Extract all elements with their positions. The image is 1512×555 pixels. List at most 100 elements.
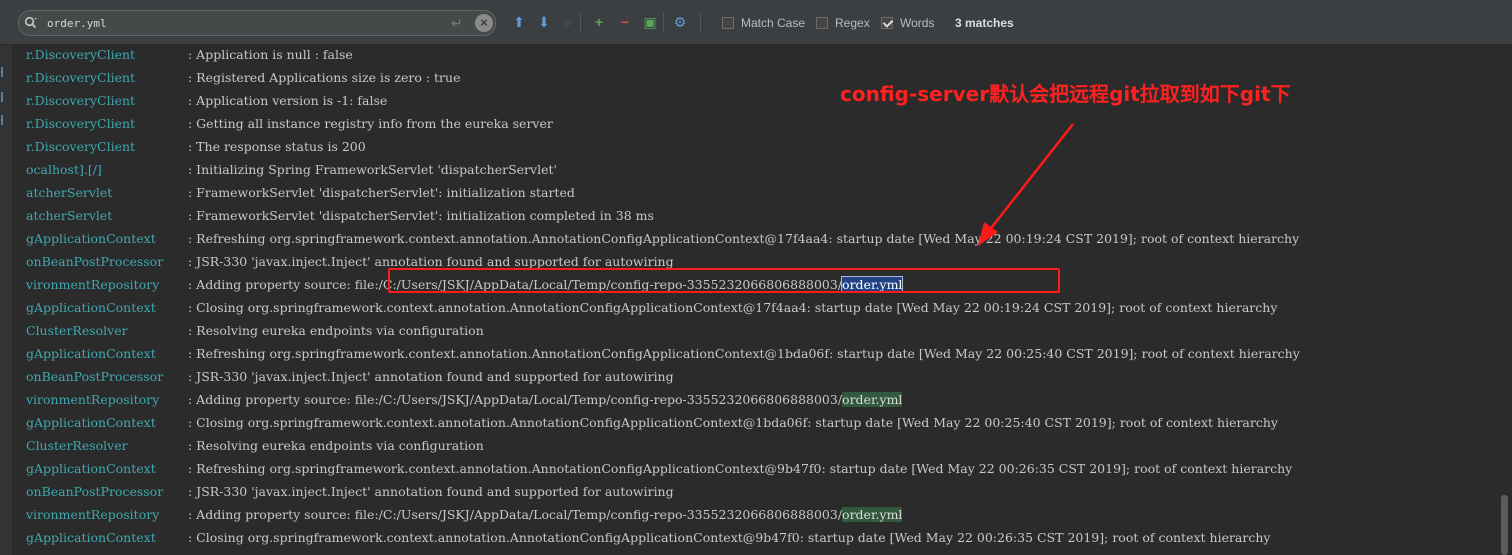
match-case-checkbox[interactable] (722, 17, 734, 29)
match-case-option[interactable]: Match Case (722, 15, 805, 31)
console-output[interactable]: r.DiscoveryClient: Application is null :… (12, 45, 1498, 555)
log-message: : Adding property source: file:/C:/Users… (188, 390, 903, 410)
log-logger-name: gApplicationContext (26, 461, 156, 476)
words-checkbox[interactable] (881, 17, 893, 29)
search-box[interactable]: ↵ × (18, 10, 496, 36)
log-line: gApplicationContext : Closing org.springf… (12, 413, 1498, 433)
log-logger-name: ClusterResolver (26, 551, 128, 555)
log-logger-name: gApplicationContext (26, 415, 156, 430)
log-logger-name: onBeanPostProcessor (26, 369, 164, 384)
gutter-marker-icon (1, 92, 9, 102)
editor-gutter (0, 45, 12, 555)
log-logger-name: r.DiscoveryClient (26, 70, 136, 85)
log-message: : Application version is -1: false (188, 91, 387, 111)
log-logger-name: vironmentRepository (26, 277, 160, 292)
log-line: gApplicationContext : Refreshing org.spri… (12, 344, 1498, 364)
log-line: gApplicationContext : Closing org.springf… (12, 298, 1498, 318)
log-message: : JSR-330 'javax.inject.Inject' annotati… (188, 482, 674, 502)
annotation-text: config-server默认会把远程git拉取到如下git下 (840, 82, 1291, 106)
log-logger-name: vironmentRepository (26, 507, 160, 522)
log-message-text: : Resolving eureka endpoints via configu… (188, 323, 484, 338)
remove-occurrence-icon[interactable]: − (616, 13, 634, 31)
log-message: : Registered Applications size is zero :… (188, 68, 461, 88)
match-count: 3 matches (955, 16, 1014, 30)
find-in-selection-icon[interactable]: ⌕ (559, 13, 577, 31)
log-line: vironmentRepository : Adding property sou… (12, 390, 1498, 410)
enter-icon[interactable]: ↵ (451, 15, 463, 31)
search-icon[interactable] (24, 16, 38, 30)
log-message: : Resolving eureka endpoints via configu… (188, 551, 484, 555)
gutter-marker-icon (1, 67, 9, 77)
log-message: : Getting all instance registry info fro… (188, 114, 553, 134)
settings-gear-icon[interactable]: ⚙ (671, 13, 689, 31)
log-logger-name: r.DiscoveryClient (26, 116, 136, 131)
log-logger-name: vironmentRepository (26, 392, 160, 407)
log-message-text: : FrameworkServlet 'dispatcherServlet': … (188, 185, 575, 200)
log-logger-name: atcherServlet (26, 208, 113, 223)
log-line: gApplicationContext : Refreshing org.spri… (12, 459, 1498, 479)
log-message: : JSR-330 'javax.inject.Inject' annotati… (188, 367, 674, 387)
log-message: : Refreshing org.springframework.context… (188, 459, 1292, 479)
log-line: ClusterResolver: Resolving eureka endpoi… (12, 321, 1498, 341)
log-message: : Refreshing org.springframework.context… (188, 229, 1299, 249)
log-line: atcherServlet : FrameworkServlet 'dispatc… (12, 206, 1498, 226)
log-logger-name: ClusterResolver (26, 438, 128, 453)
log-message-text: : JSR-330 'javax.inject.Inject' annotati… (188, 254, 674, 269)
log-message-text: : The response status is 200 (188, 139, 366, 154)
next-occurrence-icon[interactable]: ⬇ (535, 13, 553, 31)
log-message-text: : Closing org.springframework.context.an… (188, 300, 1278, 315)
log-message: : The response status is 200 (188, 137, 366, 157)
search-match: order.yml (842, 507, 903, 522)
log-line: vironmentRepository : Adding property sou… (12, 505, 1498, 525)
log-message: : Closing org.springframework.context.an… (188, 528, 1270, 548)
toolbar-separator (700, 12, 701, 32)
log-line: r.DiscoveryClient: Application is null :… (12, 45, 1498, 65)
log-message: : Adding property source: file:/C:/Users… (188, 505, 903, 525)
log-logger-name: ocalhost].[/] (26, 162, 102, 177)
log-line: ClusterResolver : Resolving eureka endpoi… (12, 551, 1498, 555)
select-all-occurrences-icon[interactable]: ▣ (641, 13, 659, 31)
log-logger-name: gApplicationContext (26, 300, 156, 315)
log-message-text: : Resolving eureka endpoints via configu… (188, 438, 484, 453)
gutter-marker-icon (1, 115, 9, 125)
log-message-text: : Refreshing org.springframework.context… (188, 461, 1293, 476)
log-message: : Resolving eureka endpoints via configu… (188, 436, 484, 456)
regex-checkbox[interactable] (816, 17, 828, 29)
find-toolbar: ↵ × ⬆ ⬇ ⌕ + − ▣ ⚙ Match Case Regex Words… (0, 0, 1512, 45)
log-logger-name: gApplicationContext (26, 346, 156, 361)
log-message-text: : Closing org.springframework.context.an… (188, 415, 1278, 430)
log-message-text: : Refreshing org.springframework.context… (188, 231, 1300, 246)
previous-occurrence-icon[interactable]: ⬆ (510, 13, 528, 31)
search-input[interactable] (47, 14, 447, 32)
words-option[interactable]: Words (881, 15, 934, 31)
clear-search-icon[interactable]: × (475, 14, 493, 32)
log-message: : FrameworkServlet 'dispatcherServlet': … (188, 206, 654, 226)
log-message: : Refreshing org.springframework.context… (188, 344, 1300, 364)
log-message-text: : Closing org.springframework.context.an… (188, 530, 1271, 545)
search-match: order.yml (842, 392, 903, 407)
log-logger-name: atcherServlet (26, 185, 113, 200)
toolbar-separator (663, 12, 664, 32)
log-logger-name: r.DiscoveryClient (26, 93, 136, 108)
log-message-text: : Registered Applications size is zero :… (188, 70, 461, 85)
log-line: gApplicationContext: Closing org.springf… (12, 528, 1498, 548)
log-logger-name: gApplicationContext (26, 231, 156, 246)
log-message: : Resolving eureka endpoints via configu… (188, 321, 484, 341)
log-message: : Closing org.springframework.context.an… (188, 298, 1277, 318)
log-line: onBeanPostProcessor : JSR-330 'javax.inje… (12, 482, 1498, 502)
log-line: r.DiscoveryClient : Getting all instance … (12, 114, 1498, 134)
log-message-text: : FrameworkServlet 'dispatcherServlet': … (188, 208, 654, 223)
log-line: ClusterResolver : Resolving eureka endpoi… (12, 436, 1498, 456)
log-logger-name: r.DiscoveryClient (26, 139, 136, 154)
log-message-text: : Application version is -1: false (188, 93, 388, 108)
regex-option[interactable]: Regex (816, 15, 870, 31)
add-occurrence-icon[interactable]: + (590, 13, 608, 31)
log-logger-name: onBeanPostProcessor (26, 484, 164, 499)
log-line: ocalhost].[/]: Initializing Spring Frame… (12, 160, 1498, 180)
log-message-text: : Getting all instance registry info fro… (188, 116, 553, 131)
vertical-scrollbar[interactable] (1498, 45, 1512, 555)
scrollbar-thumb[interactable] (1501, 495, 1508, 555)
log-message: : FrameworkServlet 'dispatcherServlet': … (188, 183, 575, 203)
log-message-text: : Adding property source: file:/C:/Users… (188, 392, 843, 407)
log-message: : Closing org.springframework.context.an… (188, 413, 1278, 433)
